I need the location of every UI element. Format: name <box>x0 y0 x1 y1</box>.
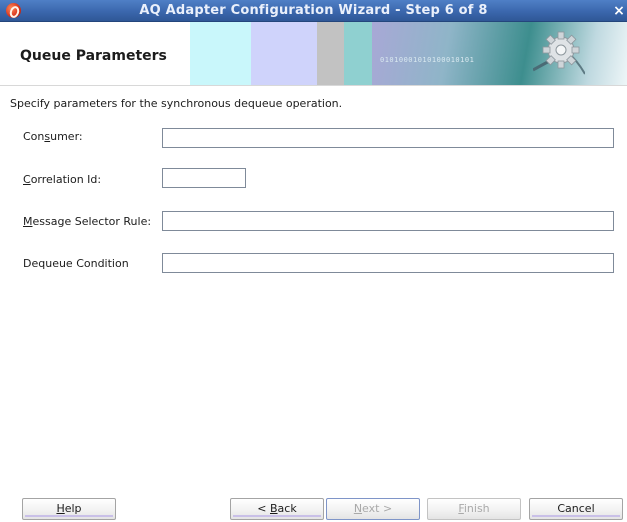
correlation-id-label: Correlation Id: <box>23 173 101 186</box>
banner-segment <box>251 22 317 85</box>
banner-segment <box>344 22 372 85</box>
message-selector-rule-input[interactable] <box>162 211 614 231</box>
correlation-id-label-post: orrelation Id: <box>30 173 102 186</box>
wizard-header: Queue Parameters 01010001010100010101 <box>0 22 627 85</box>
dequeue-condition-label-text: Dequeue Condition <box>23 257 129 270</box>
instruction-text: Specify parameters for the synchronous d… <box>10 97 343 110</box>
page-title: Queue Parameters <box>20 48 167 64</box>
gear-icon <box>533 31 585 75</box>
consumer-input[interactable] <box>162 128 614 148</box>
consumer-label-post: umer: <box>50 130 83 143</box>
next-button-mnemonic: N <box>353 502 363 515</box>
banner-segment <box>317 22 344 85</box>
message-selector-rule-label-mnemonic: M <box>23 215 33 228</box>
close-icon[interactable]: × <box>611 2 627 20</box>
dequeue-condition-input[interactable] <box>162 253 614 273</box>
back-button[interactable]: < Back <box>230 498 324 520</box>
consumer-label-pre: Con <box>23 130 45 143</box>
banner-graphic <box>372 22 627 85</box>
consumer-label: Consumer: <box>23 130 83 143</box>
help-button-mnemonic: H <box>56 502 65 515</box>
next-button-rest: ext > <box>362 502 393 515</box>
next-button[interactable]: Next > <box>326 498 420 520</box>
faint-artifact <box>273 390 279 404</box>
help-button[interactable]: Help <box>22 498 116 520</box>
finish-button-rest: inish <box>463 502 490 515</box>
back-button-mnemonic: B <box>270 502 278 515</box>
help-button-rest: elp <box>64 502 82 515</box>
window-title: AQ Adapter Configuration Wizard - Step 6… <box>139 3 488 18</box>
banner-binary-text: 01010001010100010101 <box>380 56 475 64</box>
window-title-bar[interactable]: AQ Adapter Configuration Wizard - Step 6… <box>0 0 627 22</box>
message-selector-rule-label: Message Selector Rule: <box>23 215 151 228</box>
correlation-id-label-mnemonic: C <box>23 173 31 186</box>
back-button-rest: ack <box>277 502 297 515</box>
dequeue-condition-label: Dequeue Condition <box>23 257 129 270</box>
correlation-id-input[interactable] <box>162 168 246 188</box>
header-divider <box>0 85 627 86</box>
cancel-button[interactable]: Cancel <box>529 498 623 520</box>
back-button-pre: < <box>257 502 270 515</box>
message-selector-rule-label-post: essage Selector Rule: <box>32 215 152 228</box>
finish-button[interactable]: Finish <box>427 498 521 520</box>
banner-segment <box>190 22 251 85</box>
